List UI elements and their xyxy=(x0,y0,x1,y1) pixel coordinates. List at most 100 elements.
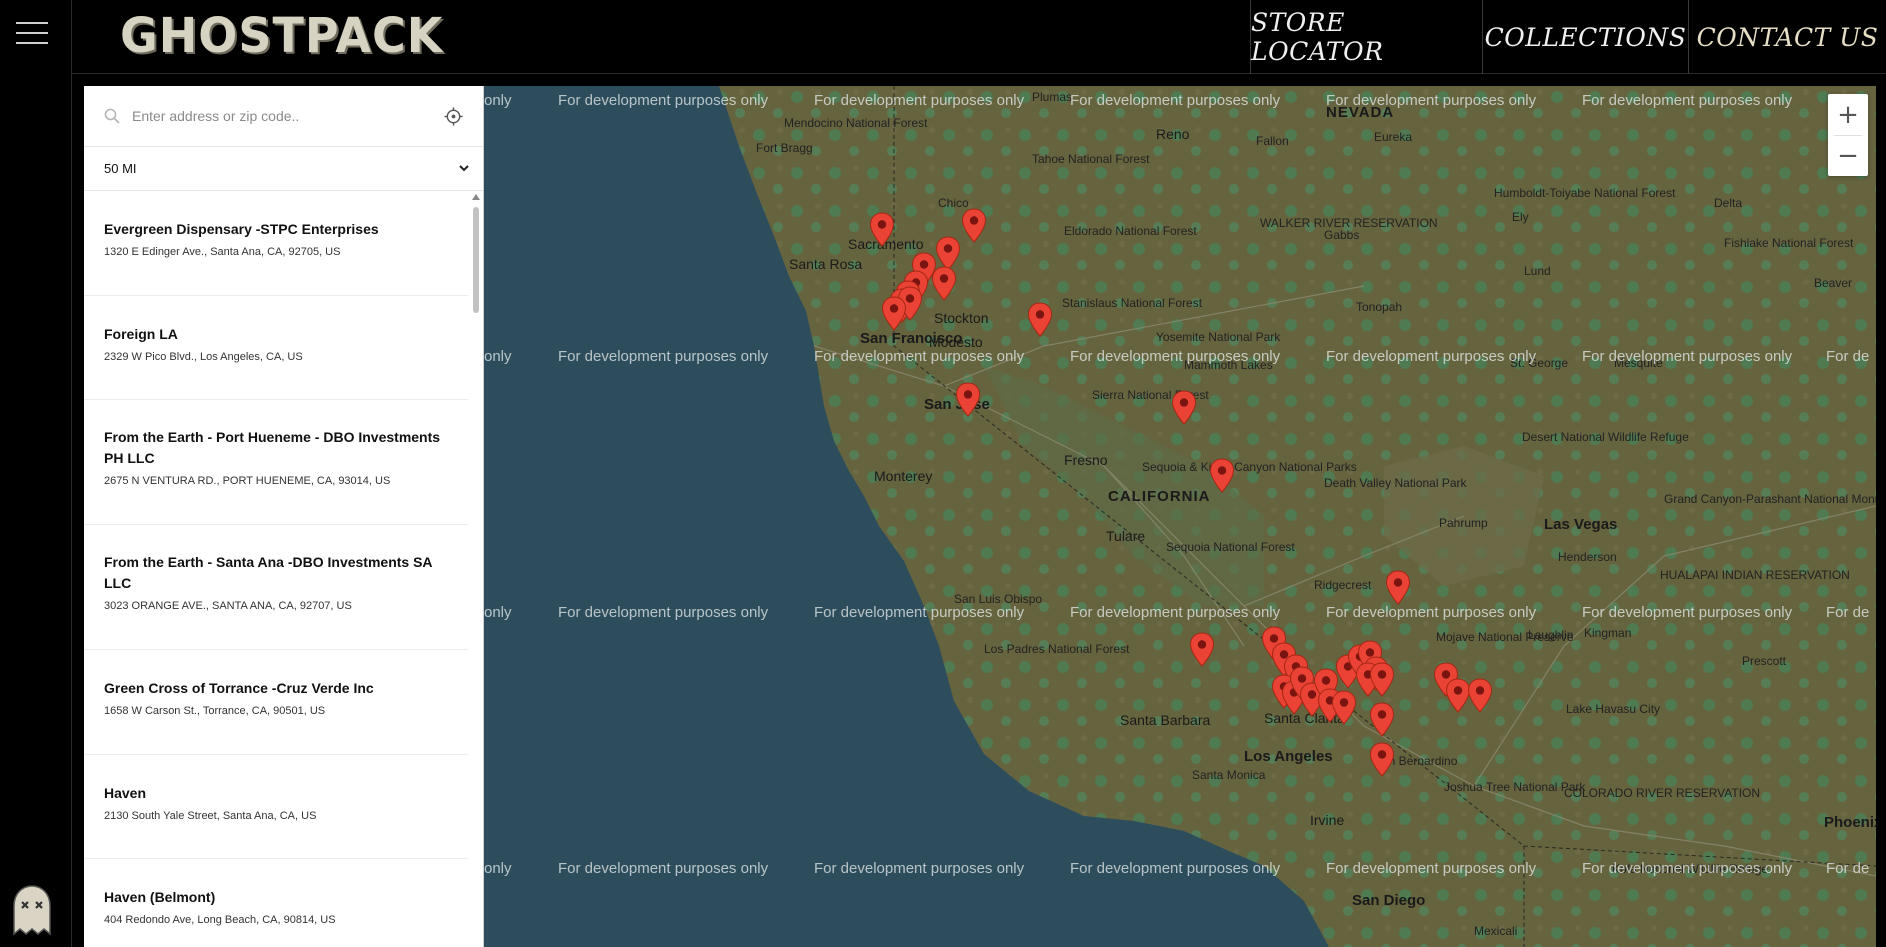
map-label: Tonopah xyxy=(1356,300,1403,314)
store-list-panel: 50 MI Evergreen Dispensary -STPC Enterpr… xyxy=(84,86,484,947)
scroll-thumb[interactable] xyxy=(473,207,479,313)
map-label: Delta xyxy=(1714,196,1743,210)
watermark: For development purposes only xyxy=(1070,604,1281,621)
store-marker-icon[interactable] xyxy=(1369,702,1395,738)
store-marker-icon[interactable] xyxy=(869,212,895,248)
map-label: Tulare xyxy=(1106,528,1146,544)
store-list: Evergreen Dispensary -STPC Enterprises 1… xyxy=(84,191,468,947)
map-label: Santa Rosa xyxy=(789,256,863,272)
store-address: 1658 W Carson St., Torrance, CA, 90501, … xyxy=(104,705,326,717)
store-address: 3023 ORANGE AVE., SANTA ANA, CA, 92707, … xyxy=(104,600,352,612)
watermark: For development purposes only xyxy=(1326,92,1537,109)
store-marker-icon[interactable] xyxy=(1369,662,1395,698)
store-marker-icon[interactable] xyxy=(1467,678,1493,714)
store-marker-icon[interactable] xyxy=(931,266,957,302)
watermark: For development purposes only xyxy=(1582,92,1793,109)
store-item[interactable]: From the Earth - Port Hueneme - DBO Inve… xyxy=(84,400,468,525)
map-label: San Diego xyxy=(1352,892,1426,909)
store-address: 2675 N VENTURA RD., PORT HUENEME, CA, 93… xyxy=(104,475,391,487)
scroll-up-arrow-icon[interactable] xyxy=(472,194,480,200)
watermark: only xyxy=(484,860,512,877)
nav-store-locator[interactable]: STORE LOCATOR xyxy=(1250,0,1482,74)
ghost-icon[interactable] xyxy=(8,884,56,936)
map-label: Santa Barbara xyxy=(1120,712,1211,728)
map-terrain xyxy=(484,86,1876,947)
map-label: COLORADO RIVER RESERVATION xyxy=(1564,786,1761,800)
store-marker-icon[interactable] xyxy=(1331,690,1357,726)
zoom-out-button[interactable]: − xyxy=(1828,135,1868,176)
store-marker-icon[interactable] xyxy=(881,296,907,332)
brand-logo[interactable]: GHOSTPACK xyxy=(120,7,443,64)
store-marker-icon[interactable] xyxy=(1369,742,1395,778)
map-label: Lund xyxy=(1524,264,1551,278)
search-input[interactable] xyxy=(132,103,412,129)
watermark: For development purposes only xyxy=(1326,348,1537,365)
map-label: Mendocino National Forest xyxy=(784,116,928,130)
store-item[interactable]: Foreign LA 2329 W Pico Blvd., Los Angele… xyxy=(84,296,468,400)
watermark: For de xyxy=(1826,604,1870,621)
map-label: Ridgecrest xyxy=(1314,578,1372,592)
store-address: 404 Redondo Ave, Long Beach, CA, 90814, … xyxy=(104,914,336,926)
watermark: For development purposes only xyxy=(558,604,769,621)
map-label: Fishlake National Forest xyxy=(1724,236,1854,250)
store-item[interactable]: From the Earth - Santa Ana -DBO Investme… xyxy=(84,525,468,650)
map-label: Fresno xyxy=(1064,452,1108,468)
map-label: Monterey xyxy=(874,468,933,484)
store-name: Evergreen Dispensary -STPC Enterprises xyxy=(104,221,379,237)
nav-collections[interactable]: COLLECTIONS xyxy=(1482,0,1688,74)
left-rail xyxy=(0,0,72,947)
store-marker-icon[interactable] xyxy=(1385,570,1411,606)
chevron-down-icon xyxy=(459,165,469,172)
map-label: San Francisco xyxy=(860,330,963,347)
watermark: only xyxy=(484,92,512,109)
store-marker-icon[interactable] xyxy=(961,208,987,244)
store-map[interactable]: NEVADA CALIFORNIA Plumas Reno Fallon Eur… xyxy=(484,86,1876,947)
map-label: Kingman xyxy=(1584,626,1632,640)
menu-icon[interactable] xyxy=(16,22,48,44)
search-icon xyxy=(104,108,120,124)
watermark: For development purposes only xyxy=(558,860,769,877)
list-scrollbar[interactable] xyxy=(468,191,483,947)
store-marker-icon[interactable] xyxy=(955,382,981,418)
map-label: Pahrump xyxy=(1439,516,1488,530)
map-label: Prescott xyxy=(1742,654,1787,668)
store-item[interactable]: Evergreen Dispensary -STPC Enterprises 1… xyxy=(84,191,468,296)
store-name: Haven (Belmont) xyxy=(104,889,216,905)
store-marker-icon[interactable] xyxy=(1171,390,1197,426)
map-label: Irvine xyxy=(1310,812,1345,828)
zoom-in-button[interactable]: + xyxy=(1828,94,1868,135)
radius-select[interactable]: 50 MI xyxy=(84,147,483,191)
map-label: Gabbs xyxy=(1324,228,1360,242)
map-label: Sequoia & Kings Canyon National Parks xyxy=(1142,460,1357,474)
map-label: Santa Monica xyxy=(1192,768,1266,782)
watermark: For development purposes only xyxy=(1070,92,1281,109)
store-item[interactable]: Haven (Belmont) 404 Redondo Ave, Long Be… xyxy=(84,859,468,947)
store-marker-icon[interactable] xyxy=(1189,632,1215,668)
map-label: Stanislaus National Forest xyxy=(1062,296,1203,310)
store-marker-icon[interactable] xyxy=(1209,458,1235,494)
store-name: Green Cross of Torrance -Cruz Verde Inc xyxy=(104,680,374,696)
map-label: Reno xyxy=(1156,126,1190,142)
map-label: Grand Canyon-Parashant National Monument xyxy=(1664,492,1876,506)
store-item[interactable]: Green Cross of Torrance -Cruz Verde Inc … xyxy=(84,650,468,755)
site-header: GHOSTPACK STORE LOCATOR COLLECTIONS CONT… xyxy=(72,0,1886,74)
map-label: Fort Bragg xyxy=(756,141,813,155)
watermark: For development purposes only xyxy=(1070,860,1281,877)
crosshair-icon[interactable] xyxy=(444,107,463,126)
map-label: Henderson xyxy=(1558,550,1617,564)
map-label: Desert National Wildlife Refuge xyxy=(1522,430,1689,444)
map-label: Laughlin xyxy=(1528,628,1574,642)
map-label: Fallon xyxy=(1256,134,1289,148)
nav-contact-us[interactable]: CONTACT US xyxy=(1688,0,1886,74)
store-marker-icon[interactable] xyxy=(1027,302,1053,338)
watermark: For development purposes only xyxy=(1070,348,1281,365)
map-label: Los Angeles xyxy=(1244,748,1333,765)
map-label: Plumas xyxy=(1032,90,1073,104)
watermark: For development purposes only xyxy=(814,92,1025,109)
store-item[interactable]: Haven 2130 South Yale Street, Santa Ana,… xyxy=(84,755,468,859)
watermark: For development purposes only xyxy=(1582,348,1793,365)
map-label: Humboldt-Toiyabe National Forest xyxy=(1494,186,1676,200)
map-label: Eureka xyxy=(1374,130,1413,144)
store-name: From the Earth - Port Hueneme - DBO Inve… xyxy=(104,429,441,466)
store-name: From the Earth - Santa Ana -DBO Investme… xyxy=(104,554,433,591)
